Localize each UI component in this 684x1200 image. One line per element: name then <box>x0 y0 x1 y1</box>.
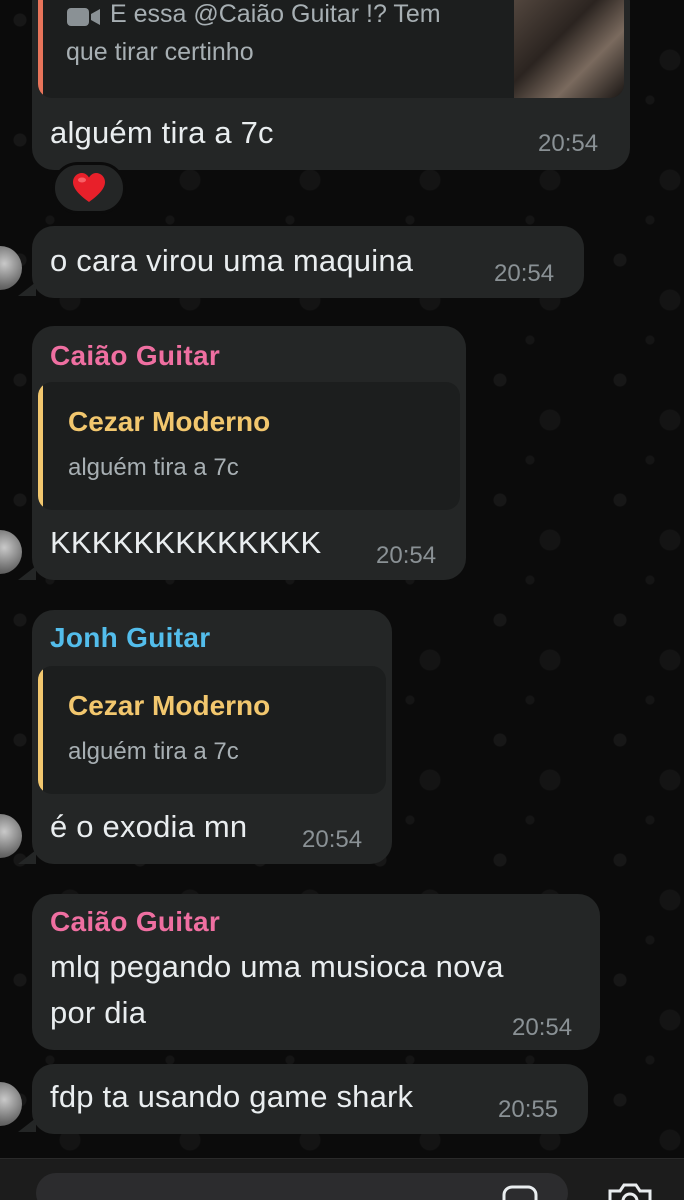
quoted-sender-name: Cezar Moderno <box>68 690 271 721</box>
message-text: fdp ta usando game shark <box>50 1079 414 1114</box>
quoted-text: alguém tira a 7c <box>68 738 239 765</box>
quote-bar <box>38 382 43 510</box>
quote-bar <box>38 666 43 794</box>
message-time: 20:54 <box>302 826 363 853</box>
sender-name[interactable]: Caião Guitar <box>50 340 220 372</box>
reply-preview-text-line1: E essa @Caião Guitar !? Tem <box>110 0 441 28</box>
message-bubble-3[interactable]: Caião Guitar Cezar Moderno alguém tira a… <box>32 326 466 580</box>
message-bubble-6[interactable]: fdp ta usando game shark 20:55 <box>32 1064 588 1134</box>
message-bubble-5[interactable]: Caião Guitar mlq pegando uma musioca nov… <box>32 894 600 1050</box>
message-time: 20:54 <box>494 260 555 287</box>
reply-preview-thumbnail <box>514 0 624 98</box>
sticker-icon[interactable] <box>500 1183 540 1200</box>
message-bubble-2[interactable]: o cara virou uma maquina 20:54 <box>32 226 584 298</box>
sender-name[interactable]: Caião Guitar <box>50 906 220 938</box>
message-text: KKKKKKKKKKKKK <box>50 525 322 560</box>
reply-preview-text-line2: que tirar certinho <box>66 38 254 66</box>
message-time: 20:54 <box>376 542 437 569</box>
message-text: é o exodia mn <box>50 809 248 844</box>
message-bubble-4[interactable]: Jonh Guitar Cezar Moderno alguém tira a … <box>32 610 392 864</box>
quoted-message[interactable]: Cezar Moderno alguém tira a 7c <box>38 382 460 510</box>
message-time: 20:54 <box>538 130 599 157</box>
message-time: 20:55 <box>498 1096 559 1123</box>
reply-preview-bar <box>38 0 43 98</box>
quoted-message[interactable]: Cezar Moderno alguém tira a 7c <box>38 666 386 794</box>
bubble-tail <box>18 566 36 580</box>
message-input[interactable] <box>36 1173 568 1200</box>
message-time: 20:54 <box>512 1014 573 1041</box>
bubble-tail <box>18 850 36 864</box>
quoted-text: alguém tira a 7c <box>68 454 239 481</box>
message-text: alguém tira a 7c <box>50 115 274 150</box>
heart-icon <box>72 172 106 204</box>
reply-preview[interactable]: E essa @Caião Guitar !? Tem que tirar ce… <box>38 0 624 98</box>
reaction-pill[interactable] <box>52 162 126 214</box>
input-bar <box>0 1158 684 1200</box>
message-bubble-1[interactable]: E essa @Caião Guitar !? Tem que tirar ce… <box>32 0 630 170</box>
message-text-line2: por dia <box>50 995 147 1030</box>
camera-icon[interactable] <box>604 1181 654 1200</box>
quoted-sender-name: Cezar Moderno <box>68 406 271 437</box>
video-camera-icon <box>66 6 102 28</box>
sender-name[interactable]: Jonh Guitar <box>50 622 210 654</box>
message-text: o cara virou uma maquina <box>50 243 414 278</box>
message-text-line1: mlq pegando uma musioca nova <box>50 949 504 984</box>
